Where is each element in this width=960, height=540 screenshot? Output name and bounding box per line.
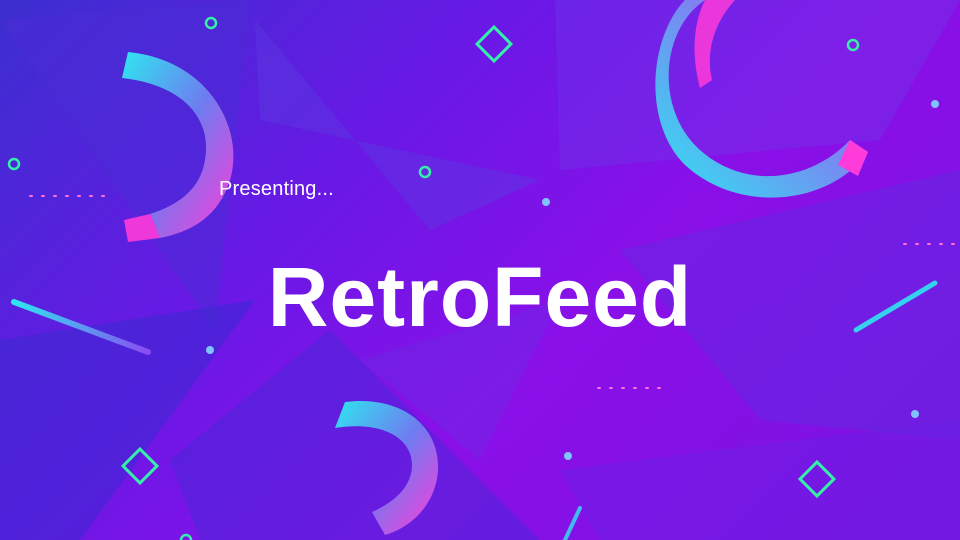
dot [206, 346, 214, 354]
circle-outline [7, 157, 21, 171]
triangle-shape [560, 420, 960, 540]
circle-outline [179, 533, 193, 540]
dot [564, 452, 572, 460]
triangle-shape [555, 0, 960, 170]
slide: Presenting... RetroFeed [0, 0, 960, 540]
slide-title: RetroFeed [267, 250, 693, 344]
dot [911, 410, 919, 418]
dot [931, 100, 939, 108]
diamond-outline [474, 24, 514, 64]
stroke-line [563, 506, 582, 540]
dot [542, 198, 550, 206]
subtitle-text: Presenting... [219, 178, 334, 200]
